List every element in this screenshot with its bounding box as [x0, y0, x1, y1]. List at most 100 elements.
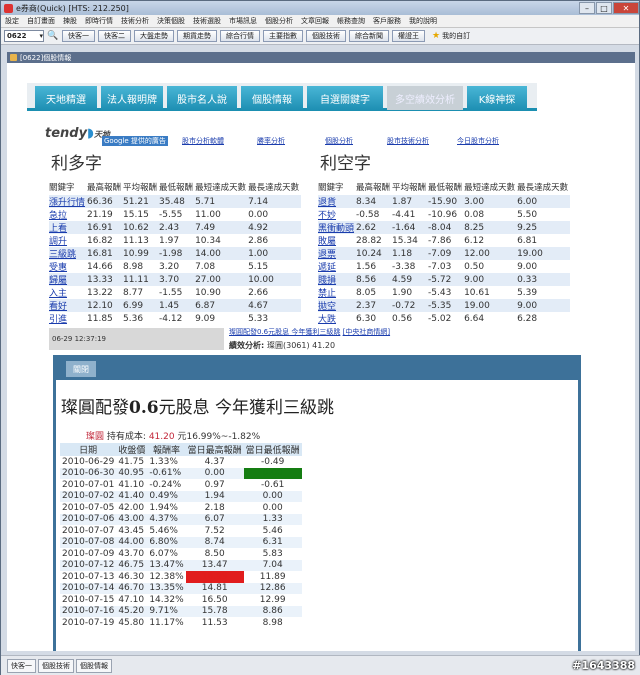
tab-custom-keywords[interactable]: 自選關鍵字	[307, 86, 383, 110]
table-cell: 12.00	[464, 247, 518, 260]
table-cell: 0.50	[464, 261, 485, 272]
table-cell: 16.50	[201, 594, 228, 605]
keyword-link[interactable]: 調升	[49, 234, 87, 247]
table-row: 退貨 8.34 1.87 -15.90 3.00 6.00	[318, 195, 571, 208]
menu-item[interactable]: 即時行情	[85, 16, 113, 26]
keyword-link[interactable]: 不妙	[318, 208, 356, 221]
table-cell: 6.81	[517, 235, 538, 246]
table-cell: 3.00	[464, 195, 518, 208]
tab-performance-analysis[interactable]: 多空績效分析	[387, 86, 463, 110]
table-cell: 12.38%	[149, 571, 184, 582]
keyword-link[interactable]: 黑衝動頭	[318, 221, 357, 234]
keyword-link[interactable]: 看好	[49, 299, 88, 312]
tab-stock-info[interactable]: 個股情報	[241, 86, 303, 110]
table-cell: 35.48	[159, 195, 196, 208]
menu-bar: 設定 自訂畫面 揀股 即時行情 技術分析 決策個股 技術選股 市場訊息 個股分析…	[1, 15, 639, 28]
keyword-link[interactable]: 受惠	[49, 260, 87, 273]
table-cell: 1.00	[248, 247, 302, 260]
close-icon[interactable]: ✕	[613, 2, 639, 14]
menu-item[interactable]: 帳務查詢	[337, 16, 365, 26]
menu-item[interactable]: 自訂畫面	[27, 16, 55, 26]
overall-quotes-button[interactable]: 綜合行情	[220, 30, 260, 42]
status-tab-stock-info[interactable]: 個股情報	[76, 658, 112, 673]
warrant-king-button[interactable]: 權證王	[392, 30, 425, 42]
search-icon[interactable]: 🔍	[46, 30, 60, 42]
futures-trend-button[interactable]: 期貨走勢	[177, 30, 217, 42]
my-list-button[interactable]: ★ 我的自訂	[432, 31, 470, 41]
maximize-icon[interactable]: □	[596, 2, 612, 14]
keyword-link[interactable]: 大跌	[318, 312, 356, 325]
tab-market-gurus[interactable]: 股市名人說	[167, 86, 237, 110]
overall-news-button[interactable]: 綜合新聞	[349, 30, 389, 42]
keyword-link[interactable]: 禁止	[318, 286, 356, 299]
toolbar: 0622 ▾ 🔍 快客一 快客二 大盤走勢 期貨走勢 綜合行情 主要指數 個股技…	[1, 28, 639, 45]
keyword-link[interactable]: 退票	[318, 247, 357, 260]
table-cell: 11.00	[195, 209, 221, 220]
keyword-link[interactable]: 敗屬	[318, 234, 356, 247]
table-cell: 8.86	[243, 605, 302, 617]
table-cell: 5.33	[248, 313, 269, 324]
keyword-link[interactable]: 賤損	[318, 273, 357, 286]
close-button[interactable]: 關閉	[66, 361, 96, 377]
table-cell: -3.38	[392, 261, 416, 272]
ad-label[interactable]: Google 提供的廣告	[102, 136, 168, 146]
table-cell: 42.00	[118, 502, 145, 513]
menu-item[interactable]: 個股分析	[265, 16, 293, 26]
menu-item[interactable]: 我的說明	[409, 16, 437, 26]
stock-technical-button[interactable]: 個股技術	[306, 30, 346, 42]
keyword-link[interactable]: 拋空	[318, 299, 357, 312]
menu-item[interactable]: 決策個股	[157, 16, 185, 26]
keyword-link[interactable]: 引進	[49, 312, 87, 325]
menu-item[interactable]: 設定	[5, 16, 19, 26]
keyword-link[interactable]: 歸屬	[49, 273, 88, 286]
table-cell: 4.92	[248, 221, 302, 234]
keyword-link[interactable]: 入主	[49, 286, 87, 299]
tab-institutional-tips[interactable]: 法人報明牌	[101, 86, 163, 110]
keyword-link[interactable]: 漲升行情	[49, 195, 88, 208]
link-win-rate[interactable]: 勝率分析	[257, 136, 285, 146]
link-stock-analysis[interactable]: 個股分析	[325, 136, 353, 146]
minimize-icon[interactable]: –	[579, 2, 595, 14]
news-source-link[interactable]: [中央社商情網]	[343, 328, 390, 336]
menu-item[interactable]: 市場訊息	[229, 16, 257, 26]
menu-item[interactable]: 技術選股	[193, 16, 221, 26]
table-cell: 10.62	[123, 221, 160, 234]
major-index-button[interactable]: 主要指數	[263, 30, 303, 42]
menu-item[interactable]: 揀股	[63, 16, 77, 26]
table-cell: 6.00	[517, 195, 571, 208]
table-cell: 2010-07-09	[62, 548, 115, 559]
quick-two-button[interactable]: 快客二	[98, 30, 131, 42]
table-cell: 10.34	[195, 235, 221, 246]
link-today-analysis[interactable]: 今日股市分析	[457, 136, 499, 146]
table-cell: -15.90	[428, 195, 465, 208]
menu-item[interactable]: 文章回報	[301, 16, 329, 26]
keyword-link[interactable]: 急拉	[49, 208, 87, 221]
keyword-link[interactable]: 上看	[49, 221, 88, 234]
link-technical-analysis[interactable]: 股市技術分析	[387, 136, 429, 146]
status-tab-stock-technical[interactable]: 個股技術	[38, 658, 74, 673]
table-row: 拋空 2.37 -0.72 -5.35 19.00 9.00	[318, 299, 571, 312]
table-cell: -0.58	[356, 209, 380, 220]
wifi-icon: ◗	[87, 126, 94, 141]
menu-item[interactable]: 客戶服務	[373, 16, 401, 26]
keyword-link[interactable]: 遞延	[318, 260, 356, 273]
link-stock-software[interactable]: 股市分析軟體	[182, 136, 224, 146]
news-headline-link[interactable]: 璨圓配發0.6元股息 今年獲利三級跳	[229, 328, 340, 336]
status-tab-quick-one[interactable]: 快客一	[7, 658, 36, 673]
quick-one-button[interactable]: 快客一	[62, 30, 95, 42]
menu-item[interactable]: 技術分析	[121, 16, 149, 26]
market-trend-button[interactable]: 大盤走勢	[134, 30, 174, 42]
performance-value[interactable]: 璨圓(3061) 41.20	[267, 341, 335, 350]
table-cell: 2010-07-07	[62, 525, 115, 536]
table-cell: 15.34	[392, 235, 418, 246]
tab-tiandi-picks[interactable]: 天地精選	[35, 86, 97, 110]
window-title: e券商(Quick) [HTS: 212.250]	[16, 3, 129, 13]
cost-stock: 璨圓	[86, 432, 105, 442]
chevron-down-icon[interactable]: ▾	[39, 32, 43, 40]
stock-code-input[interactable]: 0622 ▾	[4, 30, 44, 42]
table-cell: 1.33	[243, 513, 302, 525]
keyword-link[interactable]: 三級跳	[49, 247, 88, 260]
table-cell: 6.31	[243, 536, 302, 548]
keyword-link[interactable]: 退貨	[318, 195, 357, 208]
tab-candlestick-detective[interactable]: K線神探	[467, 86, 527, 110]
